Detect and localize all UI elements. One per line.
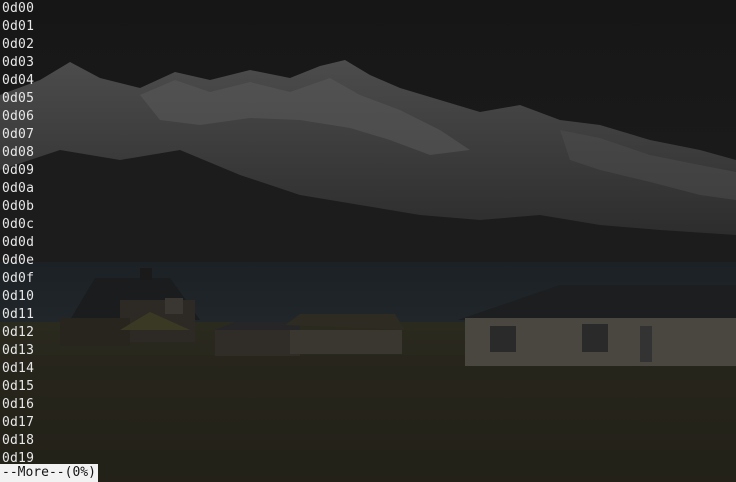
terminal-line: 0d10 — [2, 289, 35, 304]
terminal-line: 0d04 — [2, 73, 35, 88]
terminal-output[interactable]: 0d00 0d01 0d02 0d03 0d04 0d05 0d06 0d07 0d08 0d09… — [0, 0, 736, 482]
terminal-line: 0d0a — [2, 181, 35, 196]
terminal-line: 0d01 — [2, 19, 35, 34]
terminal-line: 0d0c — [2, 217, 35, 232]
terminal-line: 0d0d — [2, 235, 35, 250]
terminal-line: 0d14 — [2, 361, 35, 376]
pager-more-prompt: --More--(0%) — [0, 464, 98, 482]
terminal-line: 0d00 — [2, 1, 35, 16]
terminal-line: 0d0e — [2, 253, 35, 268]
terminal-line: 0d12 — [2, 325, 35, 340]
terminal-line: 0d0b — [2, 199, 35, 214]
terminal-line: 0d08 — [2, 145, 35, 160]
terminal-line: 0d15 — [2, 379, 35, 394]
terminal-line: 0d0f — [2, 271, 35, 286]
terminal-line: 0d06 — [2, 109, 35, 124]
terminal-line: 0d03 — [2, 55, 35, 70]
terminal-line: 0d11 — [2, 307, 35, 322]
terminal-line: 0d02 — [2, 37, 35, 52]
terminal-line: 0d09 — [2, 163, 35, 178]
terminal-line: 0d07 — [2, 127, 35, 142]
terminal-line: 0d05 — [2, 91, 35, 106]
terminal-line: 0d13 — [2, 343, 35, 358]
terminal-line: 0d17 — [2, 415, 35, 430]
terminal-window[interactable]: 0d00 0d01 0d02 0d03 0d04 0d05 0d06 0d07 0d08 0d09… — [0, 0, 736, 482]
terminal-line: 0d16 — [2, 397, 35, 412]
terminal-line: 0d18 — [2, 433, 35, 448]
